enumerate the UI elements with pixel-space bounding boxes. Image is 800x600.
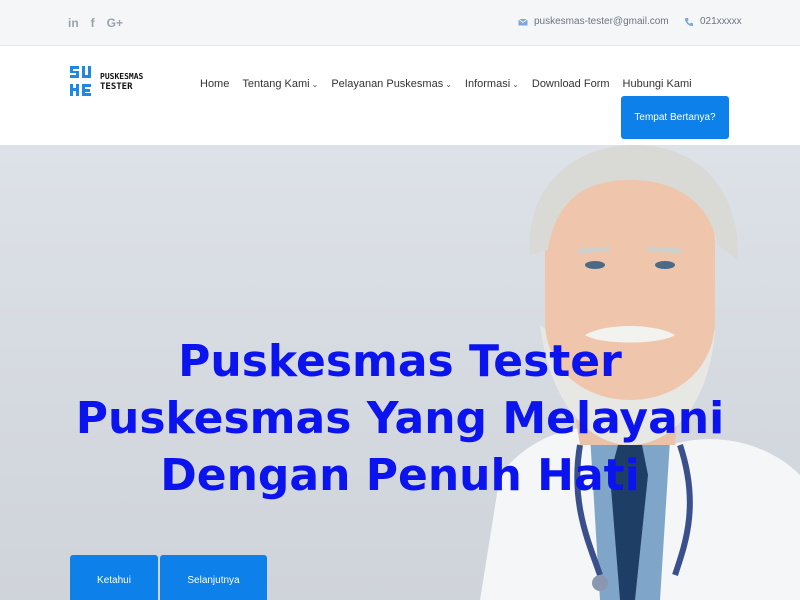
next-button[interactable]: Selanjutnya [160,555,267,600]
hero-title: Puskesmas Tester Puskesmas Yang Melayani… [0,333,800,504]
learn-more-button[interactable]: Ketahui [70,555,158,600]
nav-label: Hubungi Kami [622,78,692,90]
site-header: PUSKESMAS TESTER Home Tentang Kami ⌄ Pel… [0,46,800,145]
top-bar: in f G+ puskesmas-tester@gmail.com 021xx… [0,0,800,46]
hero-title-line: Puskesmas Tester [178,336,622,387]
logo-line2: TESTER [100,82,133,92]
nav-label: Home [200,78,230,90]
contact-phone[interactable]: 021xxxxx [684,16,742,27]
chevron-down-icon: ⌄ [311,79,319,89]
logo-icon [70,66,91,96]
site-logo[interactable]: PUSKESMAS TESTER [68,64,143,100]
hero-title-line: Dengan Penuh Hati [160,450,640,501]
nav-tentang-kami[interactable]: Tentang Kami ⌄ [242,78,318,90]
nav-label: Informasi [464,78,511,90]
chevron-down-icon: ⌄ [512,79,519,89]
logo-text: PUSKESMAS TESTER [100,71,143,93]
google-plus-icon[interactable]: G+ [107,15,123,31]
nav-label: Pelayanan Puskesmas [331,78,444,90]
ask-question-button[interactable]: Tempat Bertanya? [621,96,729,139]
main-nav: Home Tentang Kami ⌄ Pelayanan Puskesmas … [200,78,692,90]
contact-email[interactable]: puskesmas-tester@gmail.com [518,16,669,27]
phone-icon [685,17,693,26]
phone-text: 021xxxxx [700,16,742,27]
logo-line1: PUSKESMAS [100,72,144,81]
nav-label: Tentang Kami [242,78,310,90]
nav-label: Download Form [531,78,610,90]
social-links: in f G+ [68,15,123,31]
nav-hubungi-kami[interactable]: Hubungi Kami [623,78,692,90]
envelope-icon [518,18,528,25]
linkedin-icon[interactable]: in [68,15,79,31]
email-text: puskesmas-tester@gmail.com [534,16,669,27]
facebook-icon[interactable]: f [91,15,95,31]
nav-pelayanan-puskesmas[interactable]: Pelayanan Puskesmas ⌄ [331,78,452,90]
nav-home[interactable]: Home [200,78,229,90]
hero-banner: Puskesmas Tester Puskesmas Yang Melayani… [0,145,800,600]
nav-informasi[interactable]: Informasi ⌄ [465,78,519,90]
nav-download-form[interactable]: Download Form [532,78,610,90]
hero-title-line: Puskesmas Yang Melayani [75,393,725,444]
chevron-down-icon: ⌄ [445,79,452,89]
